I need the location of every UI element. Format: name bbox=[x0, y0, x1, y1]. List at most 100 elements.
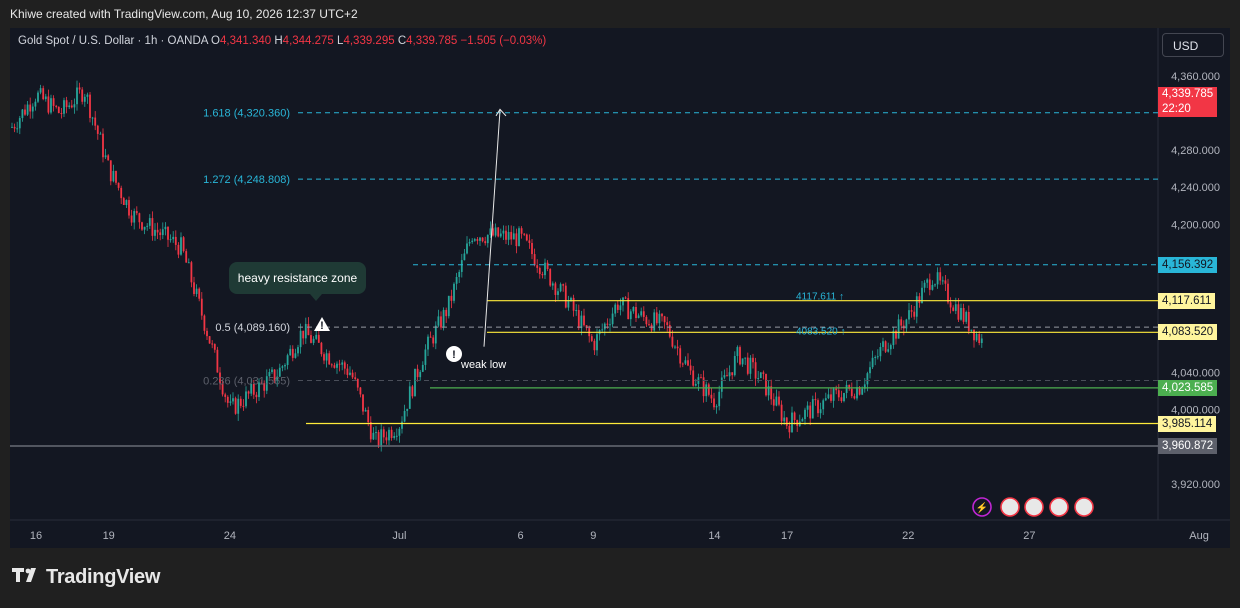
candle-body bbox=[271, 369, 273, 373]
candle-body bbox=[195, 288, 198, 294]
candle-body bbox=[856, 387, 858, 399]
candle-body bbox=[351, 372, 354, 378]
candle-body bbox=[237, 398, 240, 414]
candle-body bbox=[713, 398, 715, 408]
candle-body bbox=[26, 104, 29, 115]
candle-body bbox=[804, 409, 806, 420]
candle-body bbox=[616, 304, 619, 310]
candle-body bbox=[445, 309, 448, 317]
candle-body bbox=[213, 344, 216, 350]
candle-body bbox=[801, 419, 804, 422]
currency-button[interactable]: USD bbox=[1162, 33, 1224, 57]
candle-body bbox=[666, 322, 669, 325]
candle-body bbox=[541, 274, 544, 276]
candles bbox=[11, 80, 983, 452]
candle-body bbox=[419, 371, 422, 378]
candle-body bbox=[289, 348, 292, 356]
candle-body bbox=[317, 334, 320, 343]
candle-body bbox=[567, 300, 570, 308]
candle-body bbox=[466, 243, 468, 254]
candle-body bbox=[159, 232, 162, 236]
candle-body bbox=[978, 333, 981, 344]
candle-body bbox=[505, 230, 507, 240]
candle-body bbox=[70, 105, 73, 108]
candle-body bbox=[549, 269, 552, 286]
candle-body bbox=[39, 88, 42, 93]
candle-body bbox=[76, 87, 78, 105]
candle-body bbox=[203, 315, 206, 331]
candle-body bbox=[866, 373, 869, 385]
candle-body bbox=[91, 117, 94, 119]
candle-body bbox=[96, 125, 99, 134]
candle-body bbox=[837, 390, 840, 398]
candle-body bbox=[460, 260, 463, 272]
candle-body bbox=[692, 370, 695, 386]
candle-body bbox=[622, 297, 624, 306]
candle-body bbox=[57, 106, 60, 113]
candle-body bbox=[52, 98, 55, 106]
candle-body bbox=[515, 233, 518, 247]
candle-body bbox=[843, 392, 845, 402]
candle-body bbox=[780, 404, 783, 422]
candle-body bbox=[232, 398, 234, 402]
candle-body bbox=[406, 408, 409, 411]
candle-body bbox=[897, 319, 900, 339]
level-note-top: 4117.611 ↑ bbox=[796, 292, 844, 303]
candle-body bbox=[923, 282, 926, 288]
low-value: 4,339.295 bbox=[343, 35, 395, 47]
candle-body bbox=[362, 394, 364, 412]
candle-body bbox=[234, 398, 237, 414]
candle-body bbox=[50, 98, 52, 113]
candle-body bbox=[947, 283, 949, 303]
candle-body bbox=[918, 296, 921, 304]
candle-body bbox=[853, 396, 856, 399]
candle-body bbox=[884, 341, 887, 352]
candle-body bbox=[489, 228, 492, 235]
candle-body bbox=[385, 437, 388, 441]
fib-label-0236: 0.236 (4,031.565) bbox=[203, 375, 290, 387]
candle-body bbox=[128, 200, 130, 216]
footer: TradingView bbox=[0, 548, 1240, 608]
price-chart[interactable]: 4,360.000 4,280.000 4,240.000 4,200.000 4,04… bbox=[10, 28, 1230, 548]
candle-body bbox=[471, 240, 474, 242]
candle-body bbox=[609, 324, 611, 326]
candle-body bbox=[830, 394, 832, 401]
candle-body bbox=[198, 288, 201, 299]
attribution-text: Khiwe created with TradingView.com, Aug … bbox=[10, 7, 358, 21]
candle-body bbox=[44, 96, 47, 100]
candle-body bbox=[749, 357, 752, 374]
candle-body bbox=[518, 228, 520, 247]
candle-body bbox=[954, 304, 957, 311]
candle-body bbox=[681, 363, 684, 365]
candle-body bbox=[679, 348, 682, 364]
candle-body bbox=[861, 388, 864, 395]
x-tick-label: 24 bbox=[224, 530, 236, 542]
candle-body bbox=[785, 417, 788, 426]
candle-body bbox=[557, 291, 559, 295]
candle-body bbox=[562, 284, 565, 286]
candle-body bbox=[138, 213, 141, 223]
candle-body bbox=[421, 364, 424, 372]
candle-body bbox=[637, 315, 640, 319]
countdown-label: 22:20 bbox=[1162, 102, 1191, 115]
candle-body bbox=[354, 377, 357, 380]
x-tick-label: 27 bbox=[1023, 530, 1035, 542]
x-tick-label: Jul bbox=[392, 530, 406, 542]
candle-body bbox=[395, 435, 398, 437]
candle-body bbox=[281, 366, 284, 368]
price-tag: 4,023.585 bbox=[1158, 379, 1218, 396]
candle-body bbox=[642, 311, 645, 317]
candle-body bbox=[710, 394, 713, 399]
candle-body bbox=[333, 365, 336, 368]
candle-body bbox=[382, 429, 385, 438]
level-note-bottom: 4083.520 ↑ bbox=[796, 326, 846, 337]
candle-body bbox=[154, 229, 156, 236]
candle-body bbox=[291, 348, 294, 358]
candle-body bbox=[11, 126, 13, 128]
candle-body bbox=[554, 283, 557, 295]
candle-body bbox=[601, 329, 604, 331]
candle-body bbox=[629, 311, 632, 320]
candle-body bbox=[575, 310, 578, 312]
price-tag: 4,156.392 bbox=[1158, 256, 1218, 273]
chart-area[interactable]: 4,360.000 4,280.000 4,240.000 4,200.000 4,04… bbox=[10, 28, 1230, 548]
